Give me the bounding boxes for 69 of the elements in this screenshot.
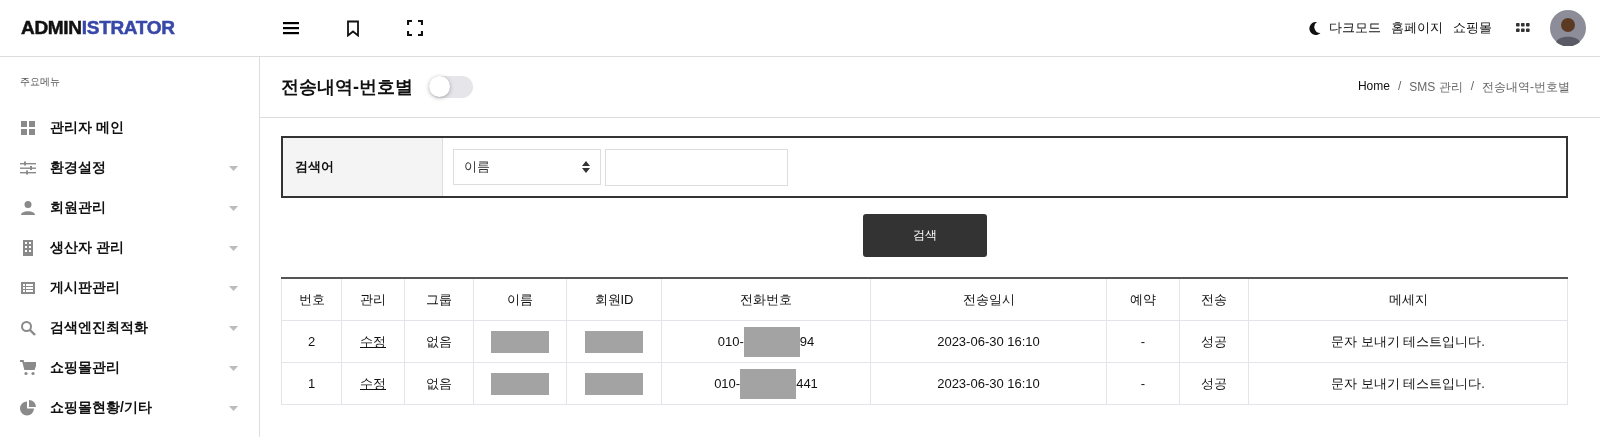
sidebar-item[interactable]: 생산자 관리 [20,228,238,268]
sidebar-item[interactable]: 쇼핑몰관리 [20,348,238,388]
apps-grid-icon[interactable] [1516,23,1530,33]
column-header: 예약 [1106,278,1180,321]
list-icon [20,280,36,296]
column-header: 전화번호 [661,278,871,321]
toggle-switch[interactable] [429,76,473,98]
header-link[interactable]: 홈페이지 [1391,19,1443,37]
table-cell: 성공 [1179,362,1249,405]
phone-end: 94 [799,334,815,349]
sort-arrows-icon [582,161,590,173]
search-icon [20,320,36,336]
avatar[interactable] [1550,10,1586,46]
redaction-block [740,368,797,399]
table-cell: 없음 [404,320,474,363]
table-cell: - [1106,320,1180,363]
fullscreen-icon[interactable] [407,20,423,36]
column-header: 메세지 [1248,278,1568,321]
column-header: 번호 [281,278,342,321]
column-header: 이름 [473,278,567,321]
search-input[interactable] [605,148,788,186]
sidebar-item[interactable]: 쇼핑몰현황/기타 [20,388,238,428]
column-header: 전송 [1179,278,1249,321]
table-cell: - [1106,362,1180,405]
sidebar-item[interactable]: 게시판관리 [20,268,238,308]
breadcrumb-separator: / [1470,78,1474,95]
sidebar-item[interactable]: 환경설정 [20,148,238,188]
grid-icon [20,120,36,136]
breadcrumb-item: 전송내역-번호별 [1482,78,1570,96]
person-icon [20,200,36,216]
edit-link[interactable]: 수정 [360,333,386,349]
search-type-select[interactable]: 이름 [453,149,601,185]
header-link[interactable]: 쇼핑몰 [1453,19,1492,37]
phone-start: 010- [717,334,744,349]
column-header: 관리 [341,278,405,321]
sidebar-heading: 주요메뉴 [20,75,61,89]
sidebar-item[interactable]: 관리자 메인 [20,108,238,148]
table-cell: 2023-06-30 16:10 [870,362,1107,405]
redaction-block [743,326,800,357]
breadcrumb-item[interactable]: SMS 관리 [1409,78,1463,96]
bookmark-icon[interactable] [346,19,360,37]
building-icon [20,240,36,256]
page-title: 전송내역-번호별 [281,76,413,99]
dark-mode-link[interactable]: 다크모드 [1329,19,1381,37]
table-cell: 2 [281,320,342,363]
search-button[interactable]: 검색 [862,214,987,257]
table-cell: 성공 [1179,320,1249,363]
column-header: 회원ID [566,278,662,321]
column-header: 전송일시 [870,278,1107,321]
sidebar-item[interactable]: 검색엔진최적화 [20,308,238,348]
menu-icon[interactable] [283,21,299,35]
sliders-icon [20,160,36,176]
cart-icon [20,360,36,376]
table-cell: 없음 [404,362,474,405]
table-cell: 1 [281,362,342,405]
phone-end: 441 [796,376,818,391]
logo[interactable]: ADMINISTRATOR [0,17,260,39]
table-cell: 문자 보내기 테스트입니다. [1248,320,1568,363]
moon-icon[interactable] [1308,21,1321,35]
breadcrumb-separator: / [1397,78,1402,95]
table-cell: 문자 보내기 테스트입니다. [1248,362,1568,405]
breadcrumb-item[interactable]: Home [1357,78,1390,96]
pie-chart-icon [20,400,36,416]
column-header: 그룹 [404,278,474,321]
sidebar-item[interactable]: 회원관리 [20,188,238,228]
table-cell: 2023-06-30 16:10 [870,320,1107,363]
search-label: 검색어 [283,138,443,196]
edit-link[interactable]: 수정 [360,375,386,391]
phone-start: 010- [714,376,741,391]
